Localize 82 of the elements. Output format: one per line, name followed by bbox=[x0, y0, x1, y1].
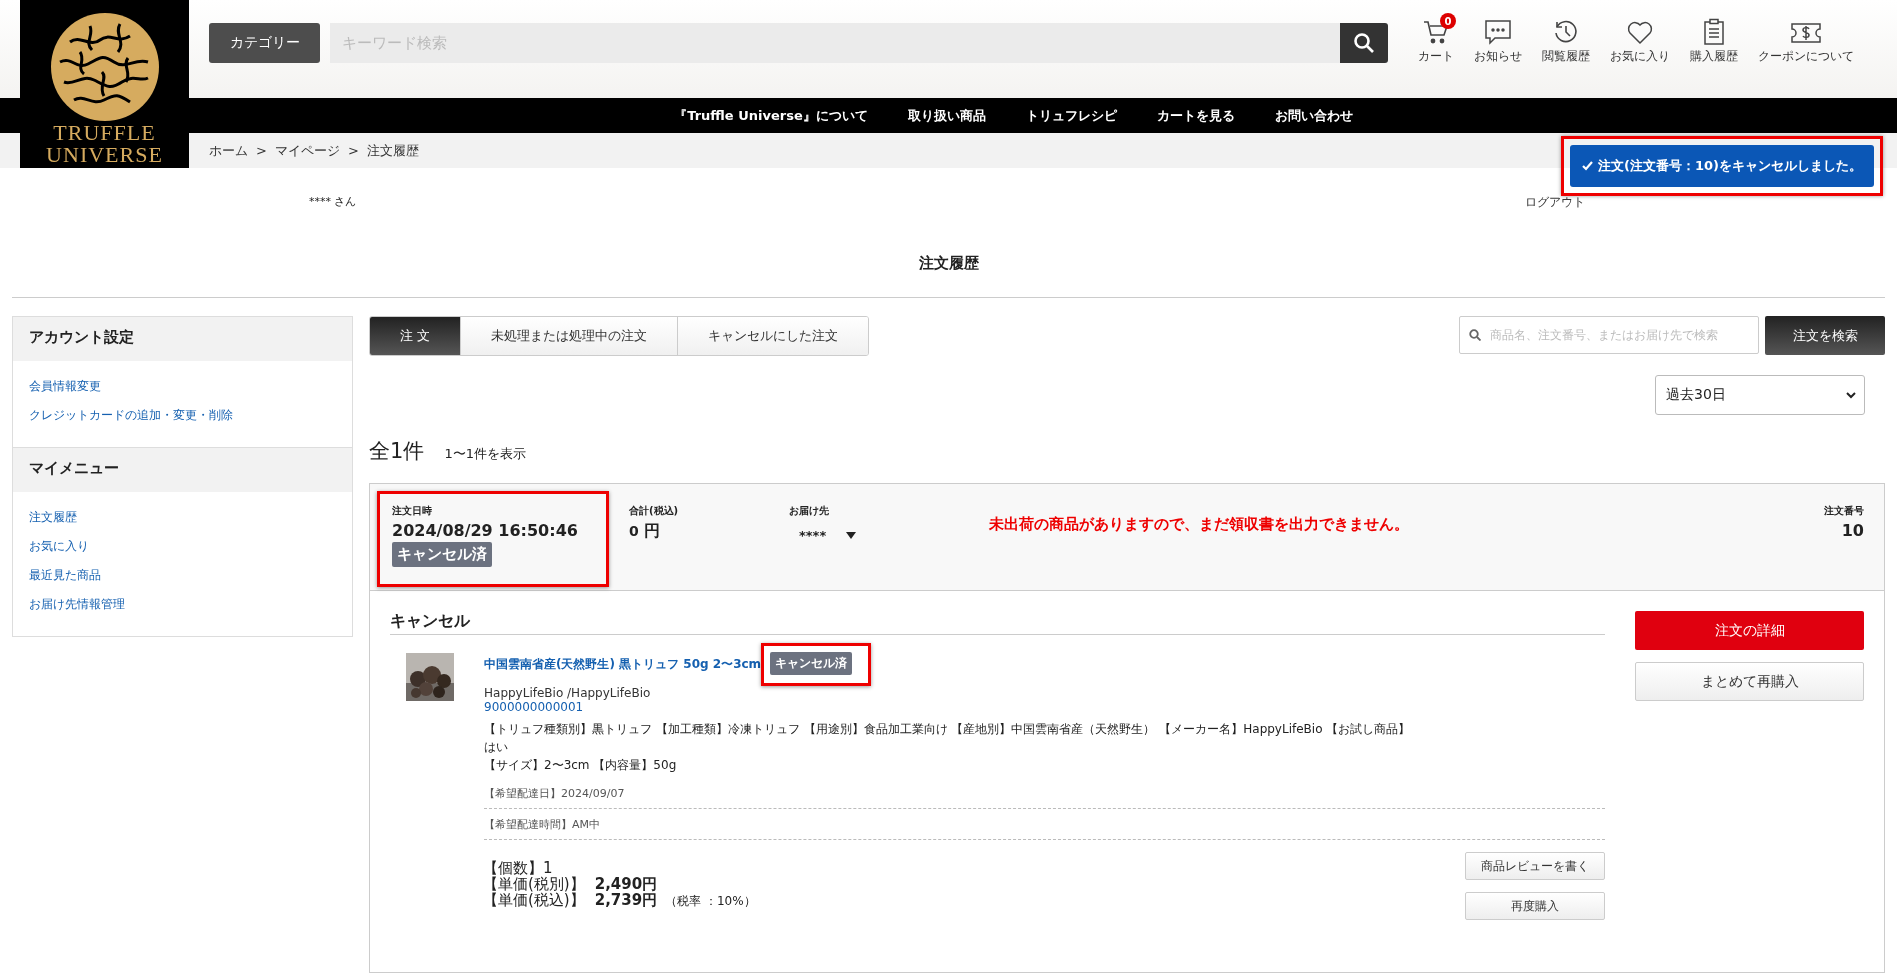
check-icon bbox=[1582, 161, 1593, 171]
breadcrumb-link[interactable]: 注文履歴 bbox=[366, 141, 419, 160]
logo-text: TRUFFLE bbox=[53, 122, 156, 144]
order-number: 10 bbox=[1840, 521, 1864, 540]
currency-unit: 円 bbox=[644, 521, 661, 540]
header-link[interactable]: お知らせ bbox=[1464, 17, 1532, 65]
filter-tab[interactable]: キャンセルにした注文 bbox=[677, 317, 869, 355]
field-label: お届け先 bbox=[789, 504, 830, 518]
item-action-button[interactable]: 商品レビューを書く bbox=[1465, 852, 1605, 880]
field-label: 合計(税込) bbox=[629, 504, 680, 518]
header-link[interactable]: 閲覧履歴 bbox=[1532, 17, 1600, 65]
sidebar-link[interactable]: お届け先情報管理 bbox=[29, 597, 125, 611]
item-action-button[interactable]: 再度購入 bbox=[1465, 892, 1605, 920]
sidebar-link[interactable]: 最近見た商品 bbox=[29, 568, 101, 582]
filter-tab[interactable]: 未処理または処理中の注文 bbox=[460, 317, 678, 355]
tax-rate: （税率 ：10%） bbox=[665, 894, 756, 908]
sidebar-heading: アカウント設定 bbox=[13, 317, 352, 361]
nav-link[interactable]: お問い合わせ bbox=[1254, 98, 1373, 133]
coupon-icon bbox=[1790, 21, 1822, 45]
cart-icon bbox=[1423, 19, 1449, 45]
status-badge: キャンセル済 bbox=[770, 652, 853, 675]
category-button[interactable]: カテゴリー bbox=[209, 23, 320, 63]
receipt-notice: 未出荷の商品がありますので、まだ領収書を出力できません。 bbox=[989, 515, 1409, 533]
cart-count-badge: 0 bbox=[1440, 13, 1456, 29]
delivery-info: 【希望配達時間】AM中 bbox=[484, 818, 600, 831]
product-link[interactable]: 中国雲南省産(天然野生) 黒トリュフ 50g 2〜3cm bbox=[484, 656, 762, 673]
breadcrumb-link[interactable]: マイページ bbox=[274, 141, 340, 160]
order-total: 0 bbox=[629, 523, 639, 539]
nav-link[interactable]: トリュフレシピ bbox=[1005, 98, 1137, 133]
product-spec: はい bbox=[484, 739, 509, 756]
logout-link[interactable]: ログアウト bbox=[1525, 194, 1585, 214]
nav-link[interactable]: 『Truffle Universe』について bbox=[654, 98, 888, 133]
nav-link[interactable]: 取り扱い商品 bbox=[887, 98, 1006, 133]
sidebar-link[interactable]: お気に入り bbox=[29, 539, 89, 553]
order-date: 2024/08/29 16:50:46 bbox=[392, 521, 579, 540]
sidebar-link[interactable]: クレジットカードの追加・変更・削除 bbox=[29, 408, 233, 422]
price-label: 【単価(税込)】 bbox=[483, 891, 585, 909]
section-heading: キャンセル bbox=[390, 611, 1605, 635]
chat-icon bbox=[1484, 19, 1512, 45]
product-code-link[interactable]: 9000000000001 bbox=[484, 700, 584, 714]
seller-name: HappyLifeBio /HappyLifeBio bbox=[484, 686, 652, 700]
period-select[interactable]: 過去30日 bbox=[1655, 375, 1865, 415]
caret-icon bbox=[846, 532, 857, 539]
search-button[interactable] bbox=[1340, 23, 1388, 63]
heart-icon bbox=[1627, 21, 1653, 45]
nav-link[interactable]: カートを見る bbox=[1136, 98, 1255, 133]
toast-message: 注文(注文番号：10)をキャンセルしました。 bbox=[1598, 157, 1862, 175]
repurchase-button[interactable]: まとめて再購入 bbox=[1635, 662, 1864, 701]
quantity: 【個数】1 bbox=[483, 860, 554, 876]
price-value: 2,739円 bbox=[594, 891, 658, 909]
logo-icon bbox=[49, 12, 160, 122]
header-link[interactable]: お気に入り bbox=[1600, 17, 1680, 65]
page-title: 注文履歴 bbox=[917, 253, 980, 274]
product-spec: 【サイズ】2〜3cm 【内容量】50g bbox=[484, 757, 678, 774]
field-label: 注文日時 bbox=[392, 504, 433, 518]
product-spec: 【トリュフ種類別】黒トリュフ 【加工種類】冷凍トリュフ 【用途別】食品加工業向け 【産地別】中国雲南省産（天然野生） 【メーカー名】HappyLifeBio 【お試し商品】 bbox=[484, 721, 1412, 738]
result-range: 1〜1件を表示 bbox=[444, 445, 526, 463]
user-greeting: **** さん bbox=[309, 194, 357, 210]
status-badge: キャンセル済 bbox=[392, 542, 492, 567]
chevron-down-icon bbox=[1846, 391, 1856, 399]
sidebar-link[interactable]: 会員情報変更 bbox=[29, 379, 101, 393]
sidebar-heading: マイメニュー bbox=[13, 448, 352, 492]
filter-tab[interactable]: 注 文 bbox=[370, 317, 461, 355]
order-search-field[interactable]: 商品名、注文番号、またはお届け先で検索 bbox=[1459, 316, 1759, 354]
sidebar-link[interactable]: 注文履歴 bbox=[29, 510, 77, 524]
recipient-dropdown[interactable]: **** bbox=[799, 528, 857, 543]
logo-text: UNIVERSE bbox=[46, 144, 163, 166]
delivery-info: 【希望配達日】2024/09/07 bbox=[484, 787, 625, 800]
header-link[interactable]: 購入履歴 bbox=[1680, 17, 1748, 65]
result-count: 全1件 bbox=[369, 438, 425, 465]
header-link[interactable]: クーポンについて bbox=[1748, 17, 1864, 65]
clipboard-icon bbox=[1703, 18, 1725, 45]
order-details-button[interactable]: 注文の詳細 bbox=[1635, 611, 1864, 650]
order-search-button[interactable]: 注文を検索 bbox=[1765, 316, 1885, 355]
breadcrumb-separator: > bbox=[347, 143, 359, 158]
history-icon bbox=[1553, 19, 1579, 45]
price-label: 【単価(税別)】 bbox=[483, 875, 585, 893]
field-label: 注文番号 bbox=[1824, 504, 1864, 518]
price-value: 2,490円 bbox=[594, 875, 658, 893]
breadcrumb-separator: > bbox=[256, 143, 267, 158]
breadcrumb-link[interactable]: ホーム bbox=[209, 141, 248, 160]
search-icon bbox=[1353, 32, 1375, 54]
